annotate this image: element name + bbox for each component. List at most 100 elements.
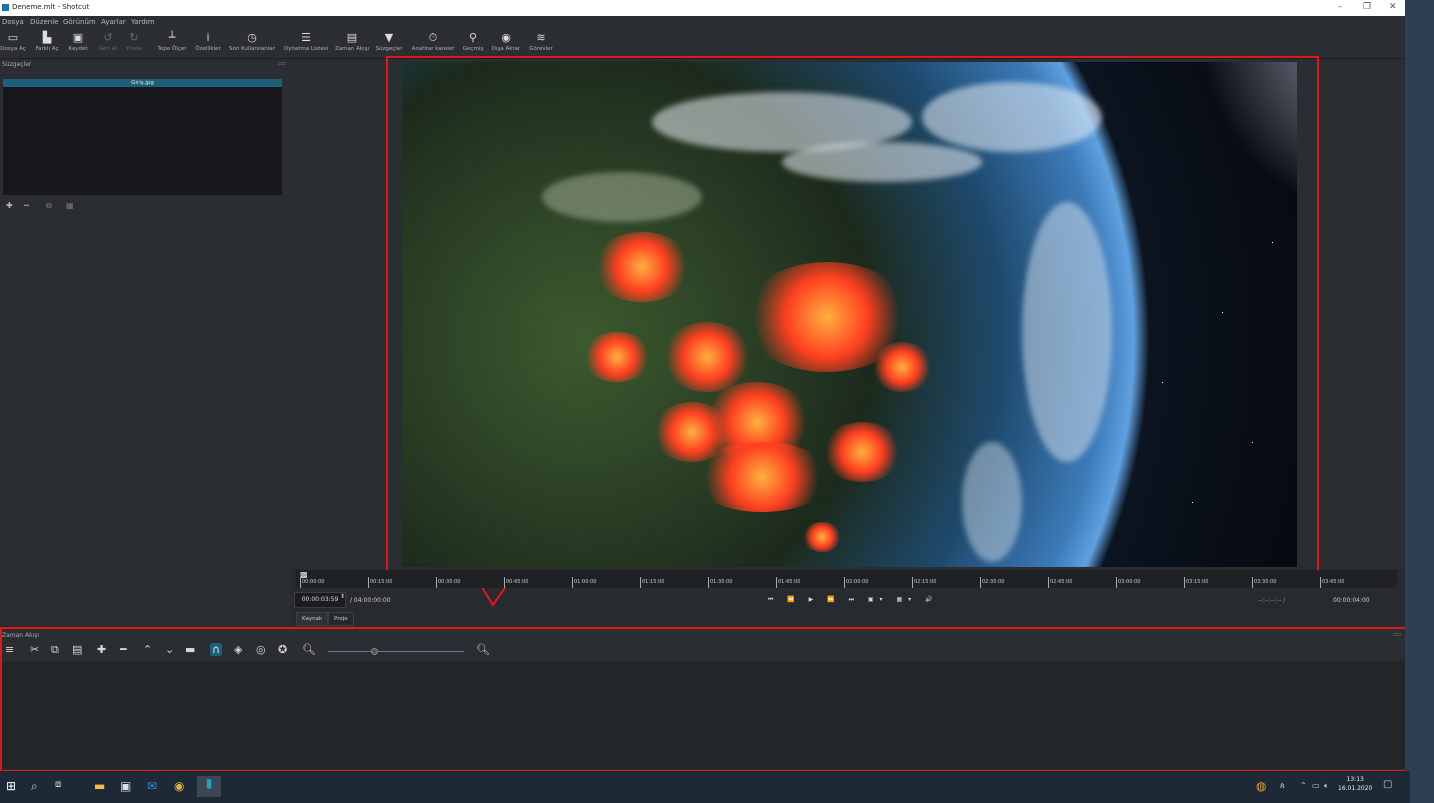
save-icon: ▣ bbox=[72, 31, 84, 44]
selected-clip-name[interactable]: Giriş.jpg bbox=[3, 79, 282, 87]
ruler-tick-label: 03:30:00 bbox=[1254, 579, 1277, 585]
recent-button[interactable]: ◷ Son Kullanılanlar bbox=[228, 29, 276, 58]
shotcut-taskbar-icon[interactable]: ▮ bbox=[197, 776, 221, 797]
total-duration: / 04:00:00:00 bbox=[350, 597, 391, 604]
network-globe-icon[interactable]: ◍ bbox=[1256, 779, 1266, 793]
keyframes-button[interactable]: ⏱ Anahtar kareler bbox=[410, 29, 456, 58]
minimize-button[interactable]: – bbox=[1338, 2, 1343, 12]
open-other-button[interactable]: ▙ Farklı Aç bbox=[33, 29, 61, 58]
ruler-tick-label: 01:45:00 bbox=[778, 579, 801, 585]
close-button[interactable]: ✕ bbox=[1389, 2, 1397, 12]
properties-button[interactable]: i Özellikler bbox=[193, 29, 223, 58]
paste-filter-icon[interactable]: ▦ bbox=[66, 201, 74, 210]
search-icon[interactable]: ⌕ bbox=[31, 779, 38, 794]
windows-start-icon[interactable]: ⊞ bbox=[6, 779, 16, 793]
remove-filter-icon[interactable]: ━ bbox=[24, 201, 29, 210]
main-toolbar: ▭ Dosya Aç ▙ Farklı Aç ▣ Kaydet ↺ Geri Al ↻ Y… bbox=[0, 29, 1405, 59]
jobs-button[interactable]: ≋ Görevler bbox=[526, 29, 556, 58]
tab-project[interactable]: Proje bbox=[328, 612, 354, 626]
shotcut-logo-icon bbox=[2, 4, 9, 11]
copy-filter-icon[interactable]: ⧉ bbox=[46, 201, 52, 211]
transport-bar: 00:00:03:59 ⬍ / 04:00:00:00 ⏮ ⏪ ▶ ⏩ ⏭ ▣▾… bbox=[290, 589, 1405, 611]
timecode-ruler[interactable]: ▩ 00:00:00 00:15:00 00:30:00 00:45:00 01:00:… bbox=[296, 570, 1397, 588]
add-filter-icon[interactable]: ✚ bbox=[6, 201, 13, 210]
menu-view[interactable]: Görünüm bbox=[63, 18, 96, 26]
timeline-icon: ▤ bbox=[346, 31, 358, 44]
highlight-box-video bbox=[386, 56, 1319, 580]
ruler-tick-label: 01:15:00 bbox=[642, 579, 665, 585]
save-button[interactable]: ▣ Kaydet bbox=[66, 29, 90, 58]
title-bar: Deneme.mlt - Shotcut – ❐ ✕ bbox=[0, 0, 1405, 16]
ruler-tick-mark bbox=[1320, 577, 1321, 588]
redo-button[interactable]: ↻ Yinele bbox=[123, 29, 145, 58]
ruler-tick-mark bbox=[708, 577, 709, 588]
history-button[interactable]: ⚲ Geçmiş bbox=[460, 29, 486, 58]
menu-settings[interactable]: Ayarlar bbox=[101, 18, 126, 26]
ruler-tick-mark bbox=[504, 577, 505, 588]
history-icon: ⚲ bbox=[468, 31, 478, 44]
menu-file[interactable]: Dosya bbox=[2, 18, 24, 26]
ruler-tick-mark bbox=[436, 577, 437, 588]
ruler-tick-mark bbox=[980, 577, 981, 588]
playhead-icon[interactable]: ▩ bbox=[300, 570, 308, 579]
task-view-icon[interactable]: ⧈ bbox=[55, 779, 61, 790]
store-icon[interactable]: ▣ bbox=[120, 779, 131, 793]
tray-expand-icon[interactable]: ⌃ bbox=[1300, 781, 1307, 790]
recent-icon: ◷ bbox=[247, 31, 257, 44]
peak-meter-button[interactable]: ┴ Tepe Ölçer bbox=[156, 29, 188, 58]
peak-meter-icon: ┴ bbox=[168, 31, 176, 44]
timecode-input[interactable]: 00:00:03:59 bbox=[294, 592, 346, 608]
chrome-icon[interactable]: ◉ bbox=[174, 779, 184, 793]
export-icon: ◉ bbox=[501, 31, 511, 44]
ruler-tick-mark bbox=[1116, 577, 1117, 588]
menu-bar: Dosya Düzenle Görünüm Ayarlar Yardım bbox=[0, 16, 1405, 29]
playlist-button[interactable]: ☰ Oynatma Listesi bbox=[283, 29, 329, 58]
ruler-tick-label: 02:00:00 bbox=[846, 579, 869, 585]
ruler-tick-label: 01:00:00 bbox=[574, 579, 597, 585]
timecode-spinner-icon[interactable]: ⬍ bbox=[340, 593, 345, 600]
filters-panel: Süzgeçler ▫▫ Giriş.jpg ✚ ━ ⧉ ▦ bbox=[0, 59, 290, 625]
people-icon[interactable]: ጰ bbox=[1280, 781, 1285, 791]
clock-date: 16.01.2020 bbox=[1338, 785, 1373, 792]
filters-list[interactable]: Giriş.jpg bbox=[3, 79, 282, 195]
ruler-tick-label: 00:30:00 bbox=[438, 579, 461, 585]
menu-edit[interactable]: Düzenle bbox=[30, 18, 59, 26]
open-file-button[interactable]: ▭ Dosya Aç bbox=[0, 29, 26, 58]
file-explorer-icon[interactable]: ▬ bbox=[94, 779, 105, 793]
shotcut-window: Deneme.mlt - Shotcut – ❐ ✕ Dosya Düzenle… bbox=[0, 0, 1407, 803]
undo-button[interactable]: ↺ Geri Al bbox=[96, 29, 120, 58]
open-other-icon: ▙ bbox=[42, 31, 52, 44]
filters-button[interactable]: ▼ Süzgeçler bbox=[374, 29, 404, 58]
keyframes-icon: ⏱ bbox=[428, 31, 438, 44]
mail-icon[interactable]: ✉ bbox=[147, 779, 157, 793]
playback-controls[interactable]: ⏮ ⏪ ▶ ⏩ ⏭ ▣▾ ▦▾ 🔊 bbox=[768, 596, 939, 604]
maximize-button[interactable]: ❐ bbox=[1363, 2, 1371, 12]
panel-float-icon[interactable]: ▫▫ bbox=[278, 60, 286, 67]
highlight-box-timeline bbox=[0, 627, 1407, 772]
export-button[interactable]: ◉ Dışa Aktar bbox=[490, 29, 522, 58]
ruler-tick-mark bbox=[640, 577, 641, 588]
ruler-tick-label: 01:30:00 bbox=[710, 579, 733, 585]
timeline-button[interactable]: ▤ Zaman Akışı bbox=[334, 29, 370, 58]
ruler-tick-mark bbox=[1048, 577, 1049, 588]
ruler-tick-mark bbox=[776, 577, 777, 588]
ruler-tick-label: 02:45:00 bbox=[1050, 579, 1073, 585]
ruler-tick-mark bbox=[1252, 577, 1253, 588]
info-icon: i bbox=[206, 31, 210, 44]
ruler-tick-mark bbox=[368, 577, 369, 588]
taskbar-clock[interactable]: 13:13 16.01.2020 bbox=[1338, 775, 1372, 793]
clock-time: 13:13 bbox=[1346, 776, 1364, 783]
ruler-tick-label: 03:45:00 bbox=[1322, 579, 1345, 585]
menu-help[interactable]: Yardım bbox=[131, 18, 155, 26]
window-title: Deneme.mlt - Shotcut bbox=[12, 3, 90, 11]
ruler-tick-mark bbox=[300, 577, 301, 588]
volume-icon[interactable]: 🔈︎ bbox=[1324, 781, 1329, 791]
tray-display-icon[interactable]: ▭ bbox=[1312, 781, 1320, 790]
windows-taskbar: ⊞ ⌕ ⧈ ▬ ▣ ✉ ◉ ▮ ◍ ጰ ⌃ ▭ 🔈︎ 13:13 16.01.2… bbox=[0, 771, 1410, 803]
ruler-tick-label: 02:30:00 bbox=[982, 579, 1005, 585]
tab-source[interactable]: Kaynak bbox=[296, 612, 329, 626]
ruler-tick-label: 03:15:00 bbox=[1186, 579, 1209, 585]
notifications-icon[interactable]: ▢ bbox=[1383, 779, 1392, 790]
filters-panel-title: Süzgeçler bbox=[2, 61, 32, 68]
desktop-background bbox=[1405, 0, 1434, 803]
